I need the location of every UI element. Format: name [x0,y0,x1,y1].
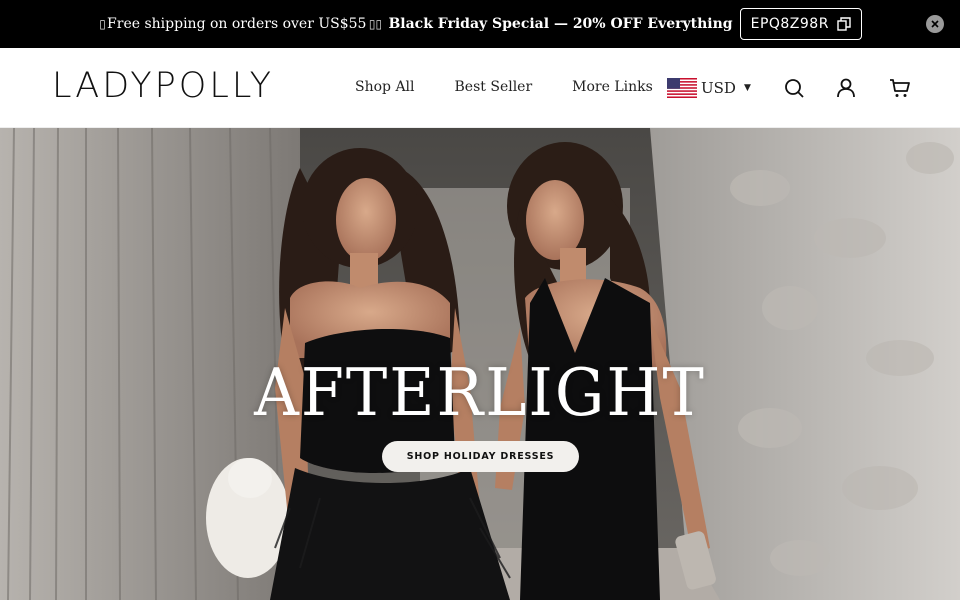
coupon-code: EPQ8Z98R [750,16,829,32]
brand-logo[interactable]: LADYPOLLY [52,66,274,106]
emoji-glyph-icon: ▯ [99,17,106,31]
black-friday-text: Black Friday Special — 20% OFF Everythin… [388,16,733,32]
announcement-bar: ▯ Free shipping on orders over US$55 ▯▯ … [0,0,960,48]
currency-selector[interactable]: USD ▼ [667,78,751,98]
nav-best-seller[interactable]: Best Seller [455,79,533,95]
announcement-message: ▯ Free shipping on orders over US$55 ▯▯ … [98,16,733,32]
hero-banner[interactable]: AFTERLIGHT SHOP HOLIDAY DRESSES [0,128,960,600]
copy-icon [837,17,851,31]
emoji-glyph-icon: ▯▯ [368,17,383,31]
nav-more-links[interactable]: More Links [572,79,653,95]
currency-code: USD [701,79,736,97]
search-icon[interactable] [783,77,805,99]
site-header: LADYPOLLY Shop All Best Seller More Link… [0,48,960,128]
account-icon[interactable] [835,77,857,99]
cart-icon[interactable] [889,77,911,99]
main-nav: Shop All Best Seller More Links [355,79,653,95]
chevron-down-icon: ▼ [743,83,751,93]
close-icon [931,20,939,28]
coupon-code-button[interactable]: EPQ8Z98R [739,8,862,40]
shop-holiday-dresses-button[interactable]: SHOP HOLIDAY DRESSES [382,441,579,472]
close-announcement-button[interactable] [926,15,944,33]
us-flag-icon [667,78,697,98]
free-shipping-text: Free shipping on orders over US$55 [107,16,367,32]
hero-title: AFTERLIGHT [254,354,706,431]
nav-shop-all[interactable]: Shop All [355,79,415,95]
